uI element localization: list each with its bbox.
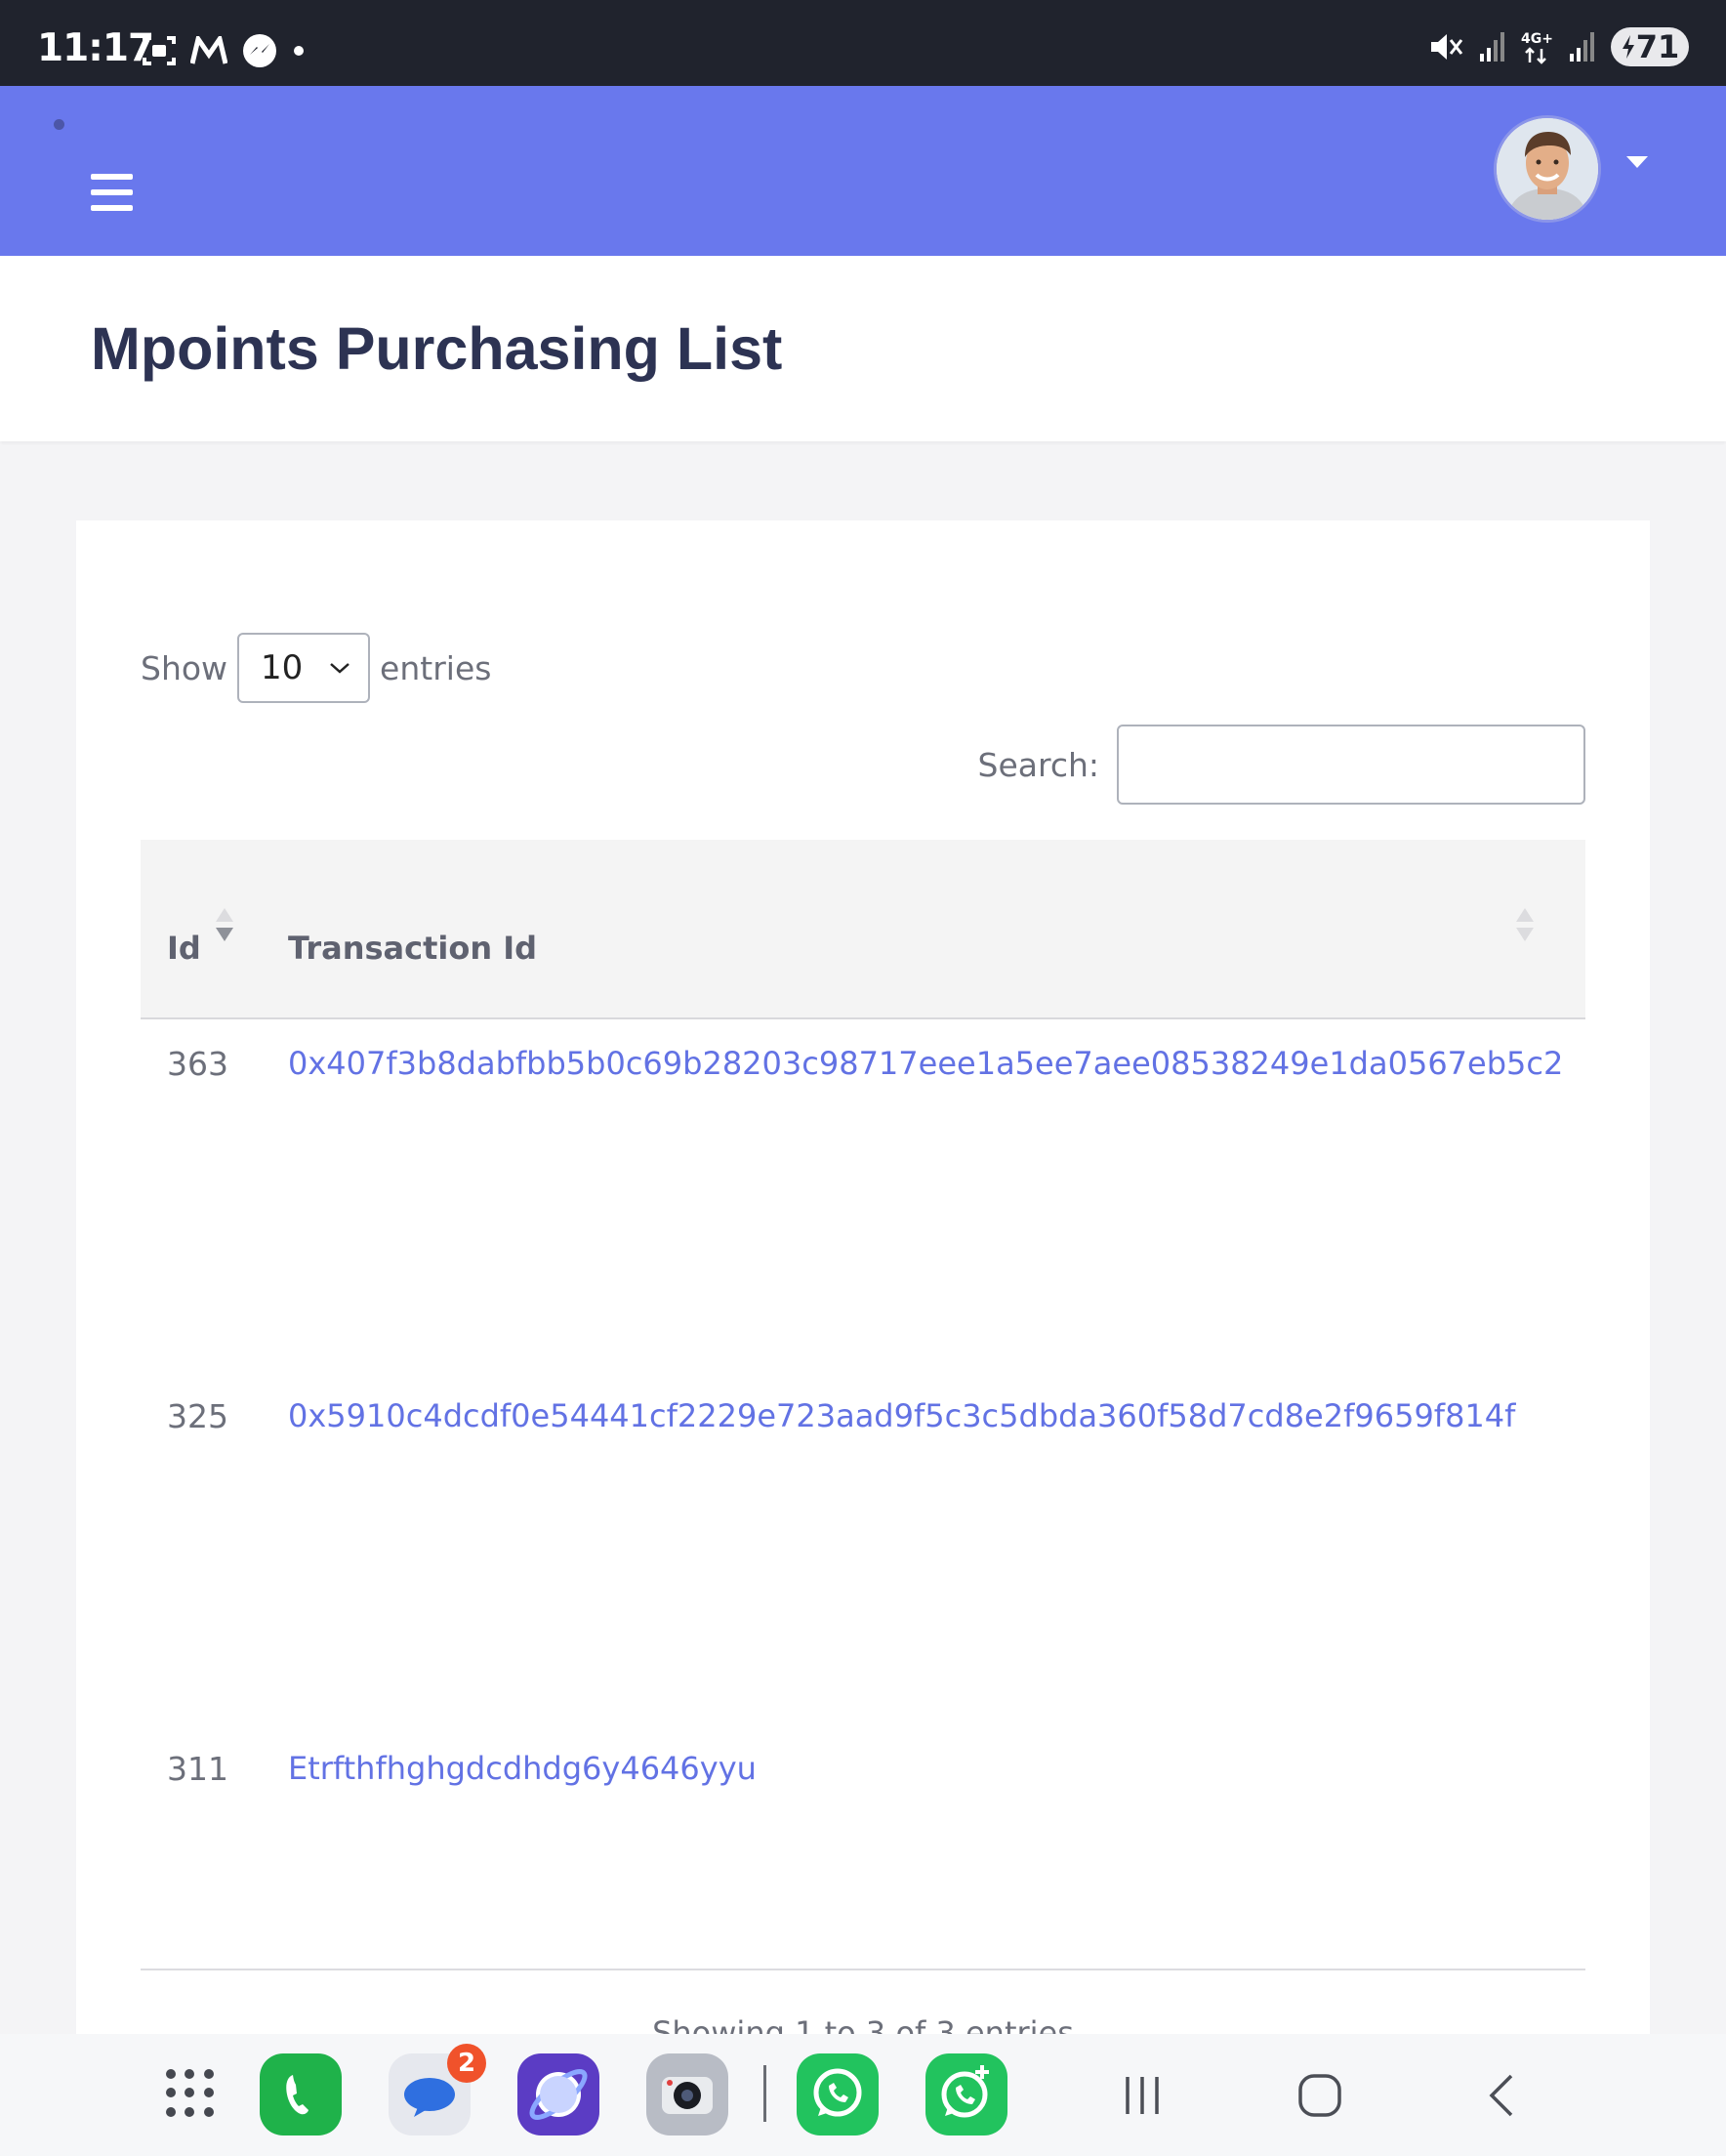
camera-app-icon[interactable] [646, 2053, 728, 2135]
column-header-transaction-id[interactable]: Transaction Id [288, 930, 537, 967]
page-length-select[interactable]: 10 [237, 633, 371, 703]
apps-grid-icon[interactable] [166, 2069, 217, 2120]
status-notification-icons [142, 32, 306, 69]
table-row: 325 0x5910c4dcdf0e54441cf2229e723aad9f5c… [141, 1372, 1585, 1724]
back-icon[interactable] [1482, 2073, 1527, 2118]
battery-level: 71 [1635, 28, 1680, 65]
svg-text:4G+: 4G+ [1521, 31, 1553, 47]
page-title: Mpoints Purchasing List [91, 315, 783, 382]
phone-app-icon[interactable] [260, 2053, 342, 2135]
status-time: 11:17 [37, 26, 154, 70]
cell-id: 363 [167, 1045, 228, 1083]
search-control: Search: [977, 725, 1585, 805]
page-header: Mpoints Purchasing List [0, 256, 1726, 441]
search-input[interactable] [1117, 725, 1585, 805]
m-app-icon [190, 36, 227, 64]
cell-transaction-link[interactable]: 0x407f3b8dabfbb5b0c69b28203c98717eee1a5e… [288, 1045, 1563, 1082]
show-label: Show [141, 648, 228, 687]
page-length-value: 10 [261, 648, 304, 687]
dock-divider [763, 2065, 766, 2122]
cell-transaction-link[interactable]: 0x5910c4dcdf0e54441cf2229e723aad9f5c3c5d… [288, 1397, 1515, 1434]
sort-icon[interactable] [1516, 908, 1536, 941]
page-length-control: Show 10 entries [141, 633, 491, 703]
entries-label: entries [380, 648, 492, 687]
status-system-icons: 4G+ 71 [1429, 27, 1689, 66]
home-icon[interactable] [1297, 2073, 1342, 2118]
table-header: Id Transaction Id [141, 840, 1585, 1019]
cell-transaction-link[interactable]: Etrfthfhghgdcdhdg6y4646yyu [288, 1750, 757, 1787]
menu-icon[interactable] [91, 174, 133, 211]
whatsapp-app-icon[interactable] [797, 2053, 879, 2135]
messenger-icon [243, 34, 276, 67]
avatar-person-icon [1497, 118, 1598, 220]
sort-icon[interactable] [216, 908, 235, 941]
browser-app-icon[interactable] [517, 2053, 599, 2135]
screenshot-icon [143, 36, 176, 65]
signal-2-icon [1570, 32, 1594, 62]
taskbar: 2 [0, 2034, 1726, 2156]
table-footer-divider [141, 1969, 1585, 1970]
table-row: 363 0x407f3b8dabfbb5b0c69b28203c98717eee… [141, 1019, 1585, 1372]
charging-icon [1622, 35, 1634, 59]
signal-icon [1480, 32, 1504, 62]
cell-id: 325 [167, 1397, 228, 1435]
purchases-table: Id Transaction Id 363 0x407f3b8dabfbb5b0… [141, 840, 1585, 2077]
chevron-down-icon [330, 663, 349, 674]
user-avatar[interactable] [1494, 115, 1601, 223]
top-app-bar [0, 86, 1726, 256]
notification-dot-icon [294, 46, 304, 56]
cell-id: 311 [167, 1750, 228, 1788]
account-dropdown-caret[interactable] [1626, 156, 1648, 168]
messages-badge: 2 [447, 2044, 486, 2083]
indicator-dot [54, 119, 64, 130]
recent-apps-icon[interactable] [1120, 2073, 1165, 2118]
column-header-id[interactable]: Id [167, 930, 201, 967]
battery-indicator: 71 [1611, 27, 1689, 66]
4g-lte-icon: 4G+ [1521, 31, 1553, 64]
list-card: Show 10 entries Search: Id Transaction I… [76, 520, 1650, 2052]
mute-icon [1431, 34, 1463, 60]
whatsapp-business-app-icon[interactable] [925, 2053, 1007, 2135]
search-label: Search: [977, 745, 1100, 784]
status-bar: 11:17 4G+ 71 [0, 0, 1726, 86]
